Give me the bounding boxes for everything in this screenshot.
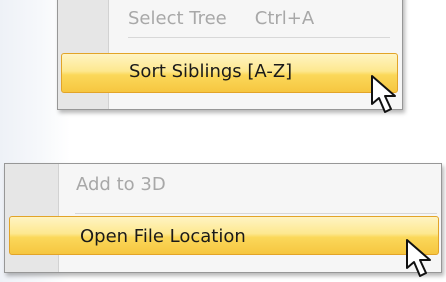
- menu-item-add-to-3d: Add to 3D: [76, 176, 376, 200]
- menu-item-sort-siblings[interactable]: Sort Siblings [A-Z]: [61, 53, 398, 93]
- menu-item-shortcut: Ctrl+A: [254, 8, 315, 29]
- mouse-pointer-icon: [371, 75, 396, 113]
- context-menu-top: Select Tree Ctrl+A Sort Siblings [A-Z]: [57, 0, 403, 110]
- menu-separator: [75, 213, 437, 214]
- context-menu-bottom: Add to 3D Open File Location: [4, 163, 442, 273]
- menu-item-select-tree: Select Tree Ctrl+A: [128, 10, 388, 36]
- menu-item-label: Sort Siblings [A-Z]: [129, 61, 293, 82]
- menu-item-open-file-location[interactable]: Open File Location: [9, 216, 439, 255]
- menu-item-label: Select Tree: [128, 8, 227, 29]
- menu-item-label: Add to 3D: [76, 174, 166, 195]
- menu-item-label: Open File Location: [80, 226, 246, 247]
- mouse-pointer-icon: [406, 239, 431, 277]
- menu-separator: [128, 37, 390, 38]
